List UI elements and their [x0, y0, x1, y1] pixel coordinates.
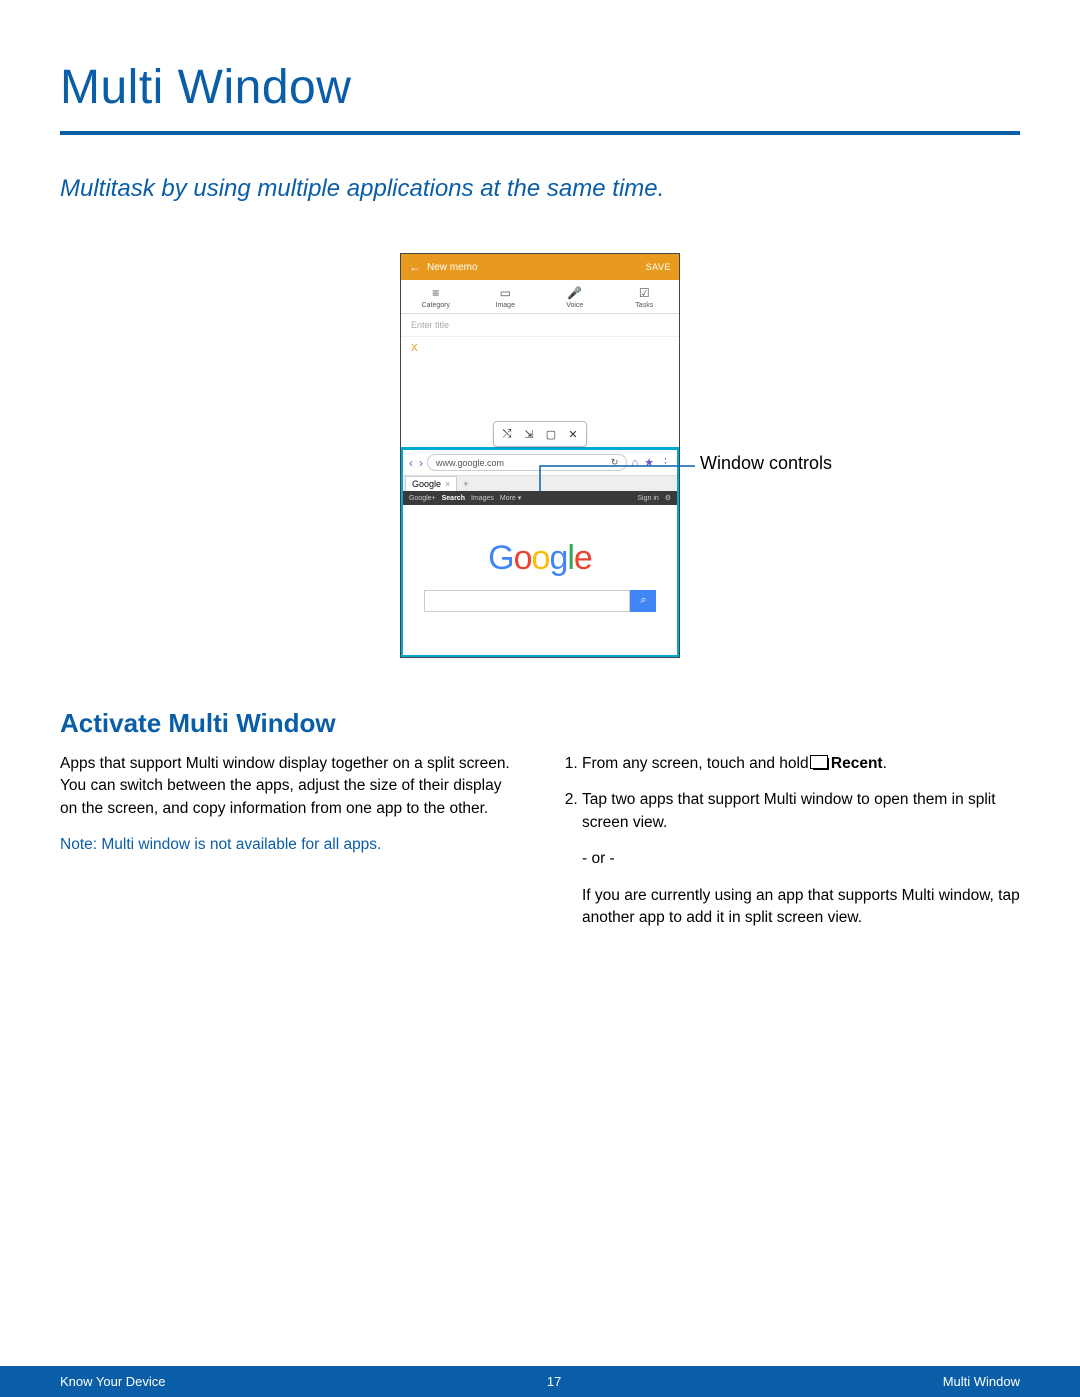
tool-voice[interactable]: 🎤Voice	[540, 286, 610, 309]
search-button[interactable]: ⌕	[630, 590, 656, 612]
tool-category[interactable]: ≡Category	[401, 286, 471, 309]
or-separator: - or -	[582, 848, 1020, 870]
maximize-icon[interactable]: ▢	[540, 425, 562, 443]
search-input[interactable]	[424, 590, 631, 612]
footer-right: Multi Window	[943, 1374, 1020, 1389]
memo-titlebar: ← New memo SAVE	[401, 254, 679, 280]
callout-window-controls: Window controls	[700, 453, 832, 474]
signin-link[interactable]: Sign in	[637, 495, 658, 502]
note-paragraph: Note: Multi window is not available for …	[60, 834, 520, 856]
close-icon[interactable]: ✕	[562, 425, 584, 443]
title-rule	[60, 131, 1020, 135]
intro-paragraph: Apps that support Multi window display t…	[60, 753, 520, 820]
tool-image[interactable]: ▭Image	[471, 286, 541, 309]
drag-icon[interactable]: ⇲	[518, 425, 540, 443]
steps-list: From any screen, touch and hold Recent. …	[560, 753, 1020, 930]
page-title: Multi Window	[60, 60, 1020, 115]
section-title: Activate Multi Window	[60, 708, 1020, 739]
new-tab-button[interactable]: +	[457, 477, 474, 491]
mic-icon: 🎤	[567, 286, 582, 300]
recent-icon	[813, 758, 829, 770]
memo-title: New memo	[427, 262, 478, 273]
save-button[interactable]: SAVE	[646, 262, 671, 272]
page-subtitle: Multitask by using multiple applications…	[60, 175, 1020, 203]
nav-back-icon[interactable]: ‹	[407, 456, 415, 470]
gbar-item[interactable]: More ▾	[500, 495, 521, 502]
image-icon: ▭	[500, 286, 511, 300]
browser-tab[interactable]: Google ×	[405, 476, 457, 491]
footer-page-number: 17	[547, 1374, 561, 1389]
url-text: www.google.com	[436, 458, 504, 468]
left-column: Apps that support Multi window display t…	[60, 753, 520, 944]
page-footer: Know Your Device 17 Multi Window	[0, 1366, 1080, 1397]
device-screenshot: ← New memo SAVE ≡Category ▭Image 🎤Voice …	[400, 253, 680, 658]
step-2: Tap two apps that support Multi window t…	[582, 789, 1020, 929]
figure: ← New memo SAVE ≡Category ▭Image 🎤Voice …	[60, 253, 1020, 658]
google-body: Google ⌕	[403, 505, 677, 655]
tab-close-icon[interactable]: ×	[445, 479, 450, 489]
google-search: ⌕	[424, 590, 657, 612]
nav-forward-icon[interactable]: ›	[417, 456, 425, 470]
memo-title-input[interactable]: Enter title	[401, 314, 679, 337]
back-icon[interactable]: ←	[409, 260, 421, 274]
footer-left: Know Your Device	[60, 1374, 166, 1389]
tool-tasks[interactable]: ☑Tasks	[610, 286, 680, 309]
check-icon: ☑	[639, 286, 650, 300]
gbar-item[interactable]: Images	[471, 495, 494, 502]
callout-line	[540, 466, 710, 496]
body-columns: Apps that support Multi window display t…	[60, 753, 1020, 944]
step-1: From any screen, touch and hold Recent.	[582, 753, 1020, 775]
right-column: From any screen, touch and hold Recent. …	[560, 753, 1020, 944]
google-logo: Google	[488, 539, 592, 578]
gbar-item[interactable]: Search	[442, 495, 465, 502]
window-controls: ⤭ ⇲ ▢ ✕	[493, 421, 587, 447]
memo-toolbar: ≡Category ▭Image 🎤Voice ☑Tasks	[401, 280, 679, 314]
swap-icon[interactable]: ⤭	[496, 425, 518, 443]
gbar-item[interactable]: Google+	[409, 495, 436, 502]
list-icon: ≡	[432, 286, 439, 300]
gear-icon[interactable]: ⚙	[665, 495, 671, 502]
